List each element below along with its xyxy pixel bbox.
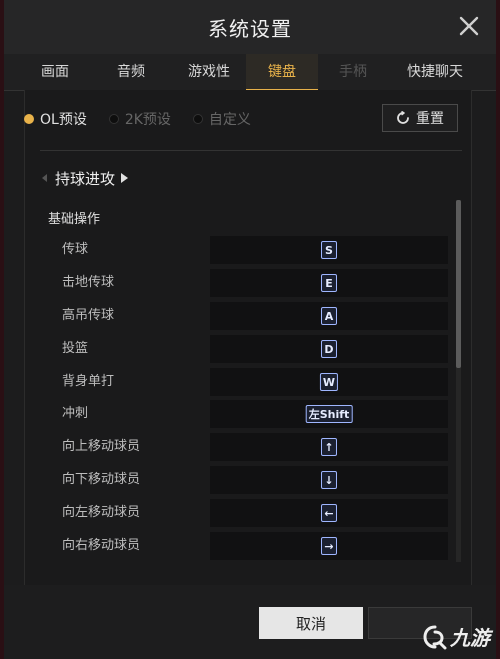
binding-row: 向左移动球员 ← <box>44 498 448 528</box>
preset-custom[interactable]: 自定义 <box>192 109 251 129</box>
binding-row: 向下移动球员 ↓ <box>44 465 448 495</box>
key-binding-cell[interactable]: A <box>210 302 448 330</box>
divider <box>40 150 462 151</box>
tab-audio[interactable]: 音频 <box>96 54 166 90</box>
binding-row: 背身单打 W <box>44 367 448 397</box>
keycap: ↑ <box>321 438 337 456</box>
category-label: 持球进攻 <box>55 169 116 188</box>
action-label: 向上移动球员 <box>62 439 141 454</box>
watermark-text: 九游 <box>450 626 490 650</box>
binding-row: 传球 S <box>44 235 448 265</box>
tab-graphics[interactable]: 画面 <box>20 54 90 90</box>
keycap: ← <box>321 504 337 522</box>
cancel-button[interactable]: 取消 <box>259 607 363 639</box>
reset-icon <box>396 111 410 125</box>
binding-row: 向右移动球员 → <box>44 531 448 561</box>
keycap: → <box>321 537 337 555</box>
key-binding-cell[interactable]: S <box>210 236 448 264</box>
prev-arrow-icon[interactable] <box>42 174 47 182</box>
keycap: ↓ <box>321 471 337 489</box>
reset-label: 重置 <box>416 111 444 127</box>
tab-gameplay[interactable]: 游戏性 <box>172 54 246 90</box>
action-label: 向右移动球员 <box>62 538 141 553</box>
action-label: 向下移动球员 <box>62 472 141 487</box>
preset-2k[interactable]: 2K预设 <box>108 109 171 129</box>
tab-quick-chat[interactable]: 快捷聊天 <box>392 54 478 90</box>
keycap: 左Shift <box>305 405 353 423</box>
watermark: 九游 <box>422 622 490 651</box>
radio-selected-icon <box>24 114 34 124</box>
scrollbar[interactable] <box>456 200 461 562</box>
key-binding-cell[interactable]: → <box>210 532 448 560</box>
jiuyou-logo-icon <box>422 624 448 650</box>
action-label: 背身单打 <box>62 374 115 389</box>
key-binding-cell[interactable]: 左Shift <box>210 400 448 428</box>
tab-bar: 画面 音频 游戏性 键盘 手柄 快捷聊天 <box>4 54 496 91</box>
action-label: 向左移动球员 <box>62 505 141 520</box>
preset-label: OL预设 <box>40 112 87 128</box>
scrollbar-thumb[interactable] <box>456 200 461 368</box>
action-label: 传球 <box>62 242 89 257</box>
keycap: E <box>321 274 337 292</box>
binding-row: 投篮 D <box>44 334 448 364</box>
action-label: 高吊传球 <box>62 308 115 323</box>
key-binding-cell[interactable]: W <box>210 368 448 396</box>
keycap: D <box>321 340 337 358</box>
close-icon <box>459 16 479 36</box>
key-binding-cell[interactable]: D <box>210 335 448 363</box>
key-binding-cell[interactable]: ← <box>210 499 448 527</box>
preset-label: 2K预设 <box>124 112 171 128</box>
binding-row: 击地传球 E <box>44 268 448 298</box>
radio-icon <box>192 114 203 124</box>
keycap: W <box>319 373 339 391</box>
tab-gamepad: 手柄 <box>339 64 367 80</box>
reset-button[interactable]: 重置 <box>382 104 458 132</box>
radio-icon <box>108 114 119 124</box>
title-bar: 系统设置 <box>4 0 496 54</box>
section-title: 基础操作 <box>48 212 101 227</box>
preset-group: OL预设 2K预设 自定义 <box>24 106 273 132</box>
action-label: 冲刺 <box>62 406 89 421</box>
keycap: S <box>321 241 337 259</box>
category-selector[interactable]: 持球进攻 <box>42 166 129 190</box>
preset-ol[interactable]: OL预设 <box>24 109 87 129</box>
binding-row: 向上移动球员 ↑ <box>44 432 448 462</box>
tab-keyboard[interactable]: 键盘 <box>246 54 318 91</box>
settings-window: 系统设置 画面 音频 游戏性 键盘 手柄 快捷聊天 OL预设 2K预设 自定义 <box>4 0 496 659</box>
key-binding-cell[interactable]: E <box>210 269 448 297</box>
action-label: 投篮 <box>62 341 89 356</box>
key-binding-cell[interactable]: ↓ <box>210 466 448 494</box>
window-title: 系统设置 <box>208 16 292 41</box>
binding-row: 冲刺 左Shift <box>44 399 448 429</box>
keycap: A <box>321 307 337 325</box>
close-button[interactable] <box>456 13 482 39</box>
key-binding-cell[interactable]: ↑ <box>210 433 448 461</box>
action-label: 击地传球 <box>62 275 115 290</box>
preset-label: 自定义 <box>208 112 251 128</box>
binding-row: 高吊传球 A <box>44 301 448 331</box>
next-arrow-icon[interactable] <box>121 173 129 183</box>
